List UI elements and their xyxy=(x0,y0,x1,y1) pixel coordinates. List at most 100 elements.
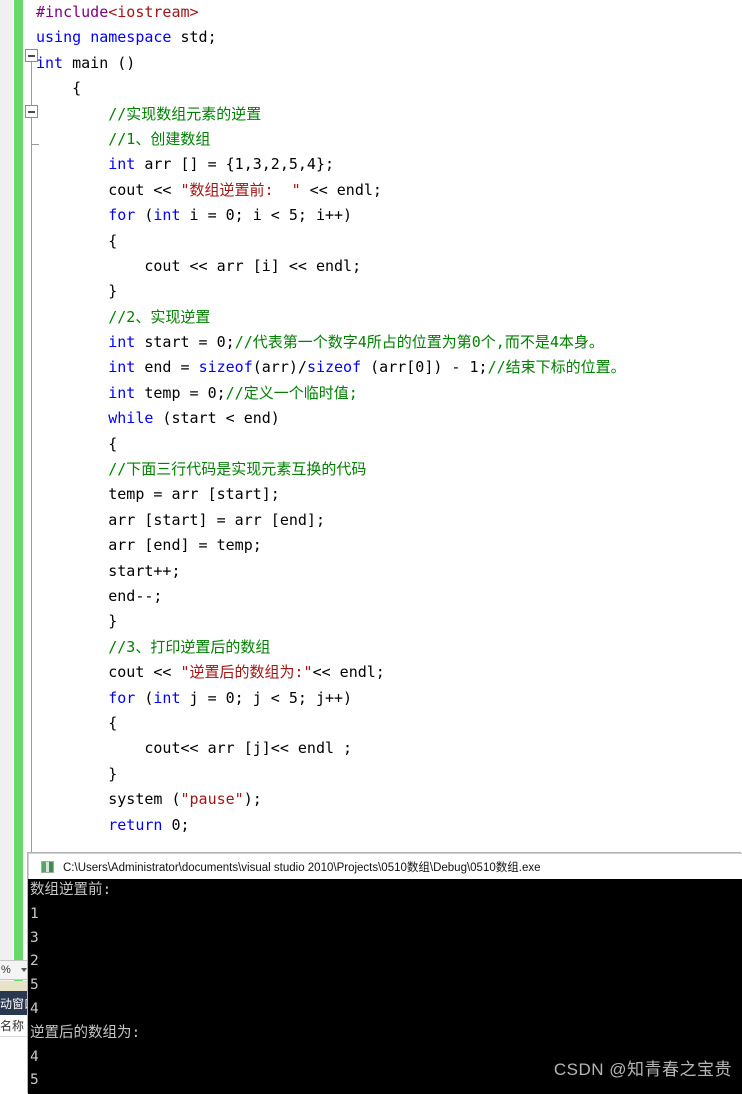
code-token: temp = 0; xyxy=(135,383,226,402)
editor-zoom-value: % xyxy=(1,964,11,976)
console-output-window: C:\Users\Administrator\documents\visual … xyxy=(28,853,742,1094)
code-token: std; xyxy=(171,28,217,47)
code-token: //实现数组元素的逆置 xyxy=(108,104,262,123)
code-token: sizeof xyxy=(306,358,362,377)
code-token: arr [start] = arr [end]; xyxy=(108,510,325,529)
code-token: ( xyxy=(135,206,154,225)
code-token: //下面三行代码是实现元素互换的代码 xyxy=(108,460,367,479)
code-line: //2、实现逆置 xyxy=(36,305,742,330)
code-token: } xyxy=(108,764,118,783)
console-line: 逆置后的数组为: xyxy=(30,1024,141,1041)
code-text-area[interactable]: #include<iostream> using namespace std; in… xyxy=(36,0,742,838)
code-line: end--; xyxy=(36,584,742,609)
code-token: i = 0; i < 5; i++) xyxy=(180,206,353,225)
code-token: int xyxy=(108,333,136,352)
code-line: //1、创建数组 xyxy=(36,127,742,152)
code-token: int xyxy=(108,155,136,174)
code-token: //结束下标的位置。 xyxy=(487,358,626,377)
code-token: while xyxy=(108,409,154,428)
code-token: arr [] = {1,3,2,5,4}; xyxy=(135,155,335,174)
code-token: cout << arr [i] << endl; xyxy=(144,256,362,275)
code-line: cout << "逆置后的数组为:"<< endl; xyxy=(36,660,742,685)
code-token: //代表第一个数字4所占的位置为第0个,而不是4本身。 xyxy=(234,333,604,352)
code-token: "数组逆置前: " xyxy=(180,180,301,199)
code-line: for (int i = 0; i < 5; i++) xyxy=(36,203,742,228)
code-token: { xyxy=(108,713,118,732)
code-line: int temp = 0;//定义一个临时值; xyxy=(36,381,742,406)
console-line: 5 xyxy=(30,977,39,994)
code-line: arr [start] = arr [end]; xyxy=(36,508,742,533)
code-token: << endl; xyxy=(312,663,385,682)
code-line: temp = arr [start]; xyxy=(36,482,742,507)
outlining-guide-line-main xyxy=(31,62,32,105)
console-line: 2 xyxy=(30,953,39,970)
code-line: { xyxy=(36,76,742,101)
code-line: cout << arr [i] << endl; xyxy=(36,254,742,279)
console-window-title: C:\Users\Administrator\documents\visual … xyxy=(63,861,541,874)
code-line: while (start < end) xyxy=(36,406,742,431)
code-line: { xyxy=(36,229,742,254)
code-line: { xyxy=(36,711,742,736)
tab-autos-window[interactable]: 动窗口 xyxy=(0,991,28,1015)
editor-change-bar xyxy=(14,0,23,1094)
code-line: int arr [] = {1,3,2,5,4}; xyxy=(36,152,742,177)
outlining-guide-line-block xyxy=(31,118,32,853)
code-token: main () xyxy=(63,53,136,72)
code-token: using xyxy=(36,28,82,47)
code-line: } xyxy=(36,609,742,634)
code-token: << endl; xyxy=(300,180,382,199)
code-token: end = xyxy=(135,358,199,377)
code-line: arr [end] = temp; xyxy=(36,533,742,558)
code-token: (start < end) xyxy=(153,409,280,428)
code-token: arr [end] = temp; xyxy=(108,536,262,555)
code-line: //实现数组元素的逆置 xyxy=(36,102,742,127)
code-token: "pause" xyxy=(180,790,244,809)
code-token: int xyxy=(153,688,181,707)
code-line: cout << "数组逆置前: " << endl; xyxy=(36,178,742,203)
code-token: { xyxy=(108,434,118,453)
code-line: return 0; xyxy=(36,813,742,838)
csdn-watermark: CSDN @知青春之宝贵 xyxy=(553,1060,732,1079)
code-line: #include<iostream> xyxy=(36,0,742,25)
code-token: } xyxy=(108,612,118,631)
code-line: start++; xyxy=(36,559,742,584)
code-token: } xyxy=(108,282,118,301)
code-token: (arr)/ xyxy=(252,358,307,377)
code-token: for xyxy=(108,206,136,225)
autos-column-header-name[interactable]: 名称 xyxy=(0,1015,28,1037)
code-token: for xyxy=(108,688,136,707)
code-token: <iostream> xyxy=(108,3,199,21)
code-line: cout<< arr [j]<< endl ; xyxy=(36,736,742,761)
autos-grid-body xyxy=(0,1037,28,1094)
code-line: int start = 0;//代表第一个数字4所占的位置为第0个,而不是4本身… xyxy=(36,330,742,355)
code-token: //2、实现逆置 xyxy=(108,307,211,326)
code-token: "逆置后的数组为:" xyxy=(180,663,313,682)
code-token: (arr[0]) - 1; xyxy=(361,358,488,377)
chevron-down-icon[interactable] xyxy=(21,968,27,972)
code-token: cout<< arr [j]<< endl ; xyxy=(144,739,353,758)
code-token: 0; xyxy=(162,815,190,834)
code-token: ( xyxy=(135,688,154,707)
code-token: //1、创建数组 xyxy=(108,129,211,148)
code-token: int xyxy=(108,383,136,402)
console-line: 1 xyxy=(30,905,39,922)
left-tool-window-fragment: % 动窗口 名称 xyxy=(0,960,28,1094)
tool-window-tabstrip xyxy=(0,981,28,991)
code-token: j = 0; j < 5; j++) xyxy=(180,688,353,707)
code-token: //3、打印逆置后的数组 xyxy=(108,637,271,656)
code-token: ); xyxy=(243,790,262,809)
code-token: end--; xyxy=(108,586,163,605)
console-line: 3 xyxy=(30,929,39,946)
code-token: return xyxy=(108,815,163,834)
editor-selection-margin xyxy=(0,0,13,1094)
code-line: int main () xyxy=(36,51,742,76)
autos-column-header-label: 名称 xyxy=(0,1019,25,1033)
console-line: 数组逆置前: xyxy=(30,882,112,898)
code-token: int xyxy=(153,206,181,225)
code-line: for (int j = 0; j < 5; j++) xyxy=(36,686,742,711)
code-token: int xyxy=(36,53,64,72)
console-title-bar[interactable]: C:\Users\Administrator\documents\visual … xyxy=(28,853,742,879)
editor-zoom-combobox[interactable]: % xyxy=(0,960,28,980)
code-line: { xyxy=(36,432,742,457)
